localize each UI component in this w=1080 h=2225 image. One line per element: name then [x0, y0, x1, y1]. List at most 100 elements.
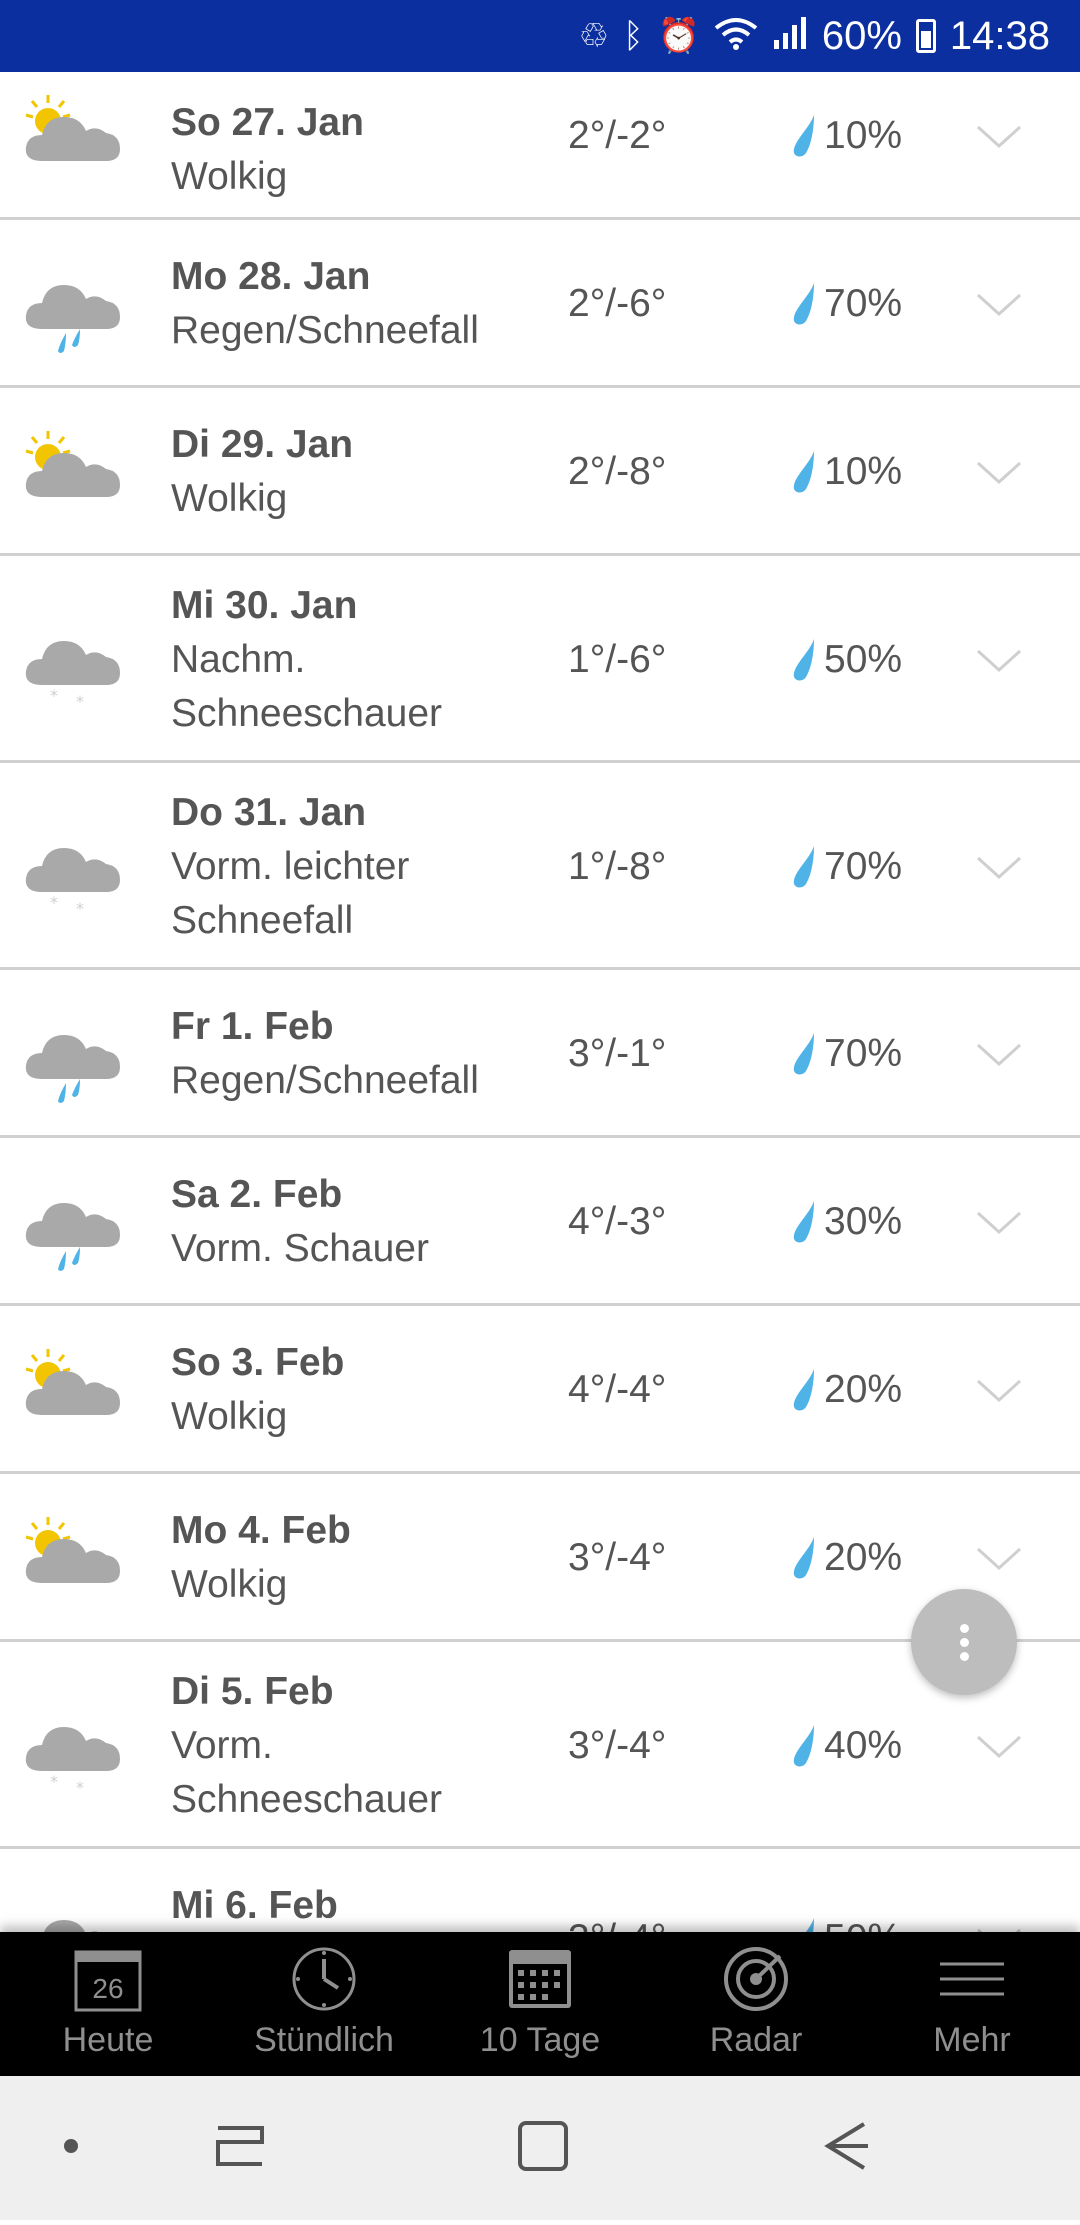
forecast-row[interactable]: Sa 2. Feb Vorm. Schauer 4°/-3° 30% [0, 1138, 1080, 1306]
chevron-down-icon[interactable] [975, 460, 1023, 486]
raindrop-icon [805, 1918, 814, 1932]
forecast-row[interactable]: Fr 1. Feb Regen/Schneefall 3°/-1° 70% [0, 970, 1080, 1138]
chevron-down-icon[interactable] [975, 292, 1023, 318]
temperature-range: 2°/-8° [568, 450, 667, 493]
cloud-icon [20, 1894, 132, 1932]
raindrop-icon [793, 845, 814, 887]
precipitation-chance: 20% [824, 1368, 903, 1411]
alarm-icon: ⏰ [657, 17, 700, 55]
forecast-description: Schneeschauer [171, 691, 443, 735]
chevron-down-icon[interactable] [975, 648, 1023, 674]
tab-radar[interactable]: Radar [648, 1932, 864, 2076]
precipitation-chance: 30% [824, 1200, 903, 1243]
tab-mehr[interactable]: Mehr [864, 1932, 1080, 2076]
chevron-down-icon[interactable] [975, 1042, 1023, 1068]
raindrop-icon [793, 451, 814, 493]
raindrop-icon [793, 1369, 814, 1411]
svg-text:*: * [50, 893, 58, 912]
precipitation-chance: 10% [824, 114, 903, 157]
forecast-date: Mi 30. Jan [171, 583, 358, 627]
calendar-grid-icon [509, 1950, 571, 2008]
dot-indicator-icon[interactable] [64, 2139, 78, 2153]
forecast-description: Vorm. [171, 1723, 273, 1767]
forecast-date: Di 29. Jan [171, 423, 354, 466]
chevron-down-icon[interactable] [975, 855, 1023, 881]
tab-label: Stündlich [254, 2021, 394, 2059]
forecast-description: Schneefall [171, 898, 354, 942]
forecast-description: Regen/Schneefall [171, 309, 479, 352]
raindrop-icon [793, 1537, 814, 1579]
chevron-down-icon[interactable] [975, 1546, 1023, 1572]
forecast-date: So 3. Feb [171, 1341, 345, 1384]
forecast-row[interactable]: So 27. Jan Wolkig 2°/-2° 10% [0, 72, 1080, 220]
precipitation-chance: 70% [824, 844, 903, 888]
tab-label: 10 Tage [479, 2021, 601, 2059]
clock-icon [292, 1947, 356, 2011]
forecast-row[interactable]: So 3. Feb Wolkig 4°/-4° 20% [0, 1306, 1080, 1474]
precipitation-chance: 70% [824, 282, 903, 325]
raindrop-icon [793, 638, 814, 680]
forecast-row[interactable]: Di 29. Jan Wolkig 2°/-8° 10% [0, 388, 1080, 556]
sun-cloud-icon [20, 1345, 132, 1435]
raindrop-icon [793, 1201, 814, 1243]
temperature-range: 4°/-4° [568, 1368, 667, 1411]
chevron-down-icon[interactable] [975, 1378, 1023, 1404]
precipitation-chance: 10% [824, 450, 903, 493]
cloud-rain-icon [20, 259, 132, 353]
precipitation-chance: 40% [824, 1723, 903, 1767]
status-bar: ♲ ᛒ ⏰ 60% 14:38 [0, 0, 1080, 72]
forecast-row[interactable]: * * Di 5. Feb Vorm. Schneeschauer 3°/-4° 40% [0, 1642, 1080, 1849]
dot-icon [960, 1652, 969, 1661]
recent-apps-icon[interactable] [216, 2126, 264, 2166]
more-options-button[interactable] [911, 1589, 1017, 1695]
home-icon[interactable] [518, 2121, 568, 2171]
raindrop-icon [793, 115, 814, 157]
forecast-row[interactable]: Mi 6. Feb 3°/-4° 50% [0, 1849, 1080, 1932]
temperature-range: 4°/-3° [568, 1200, 667, 1243]
chevron-down-icon[interactable] [975, 124, 1023, 150]
forecast-row[interactable]: * * Do 31. Jan Vorm. leichter Schneefall 1°/-… [0, 763, 1080, 970]
clock-time: 14:38 [949, 13, 1050, 58]
precipitation-chance: 70% [824, 1032, 903, 1075]
tab-label: Heute [62, 2021, 154, 2059]
temperature-range: 2°/-2° [568, 114, 667, 157]
precipitation-chance: 50% [824, 1912, 902, 1932]
forecast-date: Do 31. Jan [171, 790, 367, 834]
forecast-description: Wolkig [171, 1563, 288, 1606]
forecast-description: Regen/Schneefall [171, 1059, 479, 1102]
tab-label: Radar [709, 2021, 803, 2059]
forecast-date: Sa 2. Feb [171, 1173, 343, 1216]
battery-icon [915, 19, 936, 53]
recycle-icon: ♲ [578, 17, 610, 55]
back-icon[interactable] [824, 2122, 868, 2170]
temperature-range: 1°/-8° [568, 844, 667, 888]
svg-text:*: * [76, 692, 84, 711]
sun-cloud-icon [20, 427, 132, 517]
temperature-range: 3°/-4° [568, 1912, 666, 1932]
raindrop-icon [793, 1724, 814, 1766]
forecast-date: Mi 6. Feb [171, 1884, 338, 1927]
forecast-row[interactable]: Mo 28. Jan Regen/Schneefall 2°/-6° 70% [0, 220, 1080, 388]
temperature-range: 2°/-6° [568, 282, 667, 325]
forecast-date: Mo 28. Jan [171, 255, 371, 298]
svg-text:*: * [76, 1778, 84, 1797]
chevron-down-icon[interactable] [975, 1210, 1023, 1236]
forecast-date: Fr 1. Feb [171, 1005, 334, 1048]
tab-10-tage[interactable]: 10 Tage [432, 1932, 648, 2076]
cloud-rain-icon [20, 1009, 132, 1103]
chevron-down-icon[interactable] [975, 1734, 1023, 1760]
sun-cloud-icon [20, 1513, 132, 1603]
forecast-row[interactable]: * * Mi 30. Jan Nachm. Schneeschauer 1°/-6° 50% [0, 556, 1080, 763]
forecast-description: Wolkig [171, 155, 288, 198]
precipitation-chance: 50% [824, 637, 903, 681]
tab-label: Mehr [933, 2021, 1011, 2059]
menu-icon [940, 1962, 1004, 1996]
tab-stuendlich[interactable]: Stündlich [216, 1932, 432, 2076]
sun-cloud-icon [20, 91, 132, 181]
dot-icon [960, 1638, 969, 1647]
tab-heute[interactable]: 26 Heute [0, 1932, 216, 2076]
svg-text:*: * [50, 1772, 58, 1791]
bottom-tab-bar: 26 Heute Stündlich 10 Tage Radar Mehr [0, 1932, 1080, 2076]
radar-icon [724, 1947, 788, 2011]
cloud-snow-icon: * * [20, 1701, 132, 1797]
